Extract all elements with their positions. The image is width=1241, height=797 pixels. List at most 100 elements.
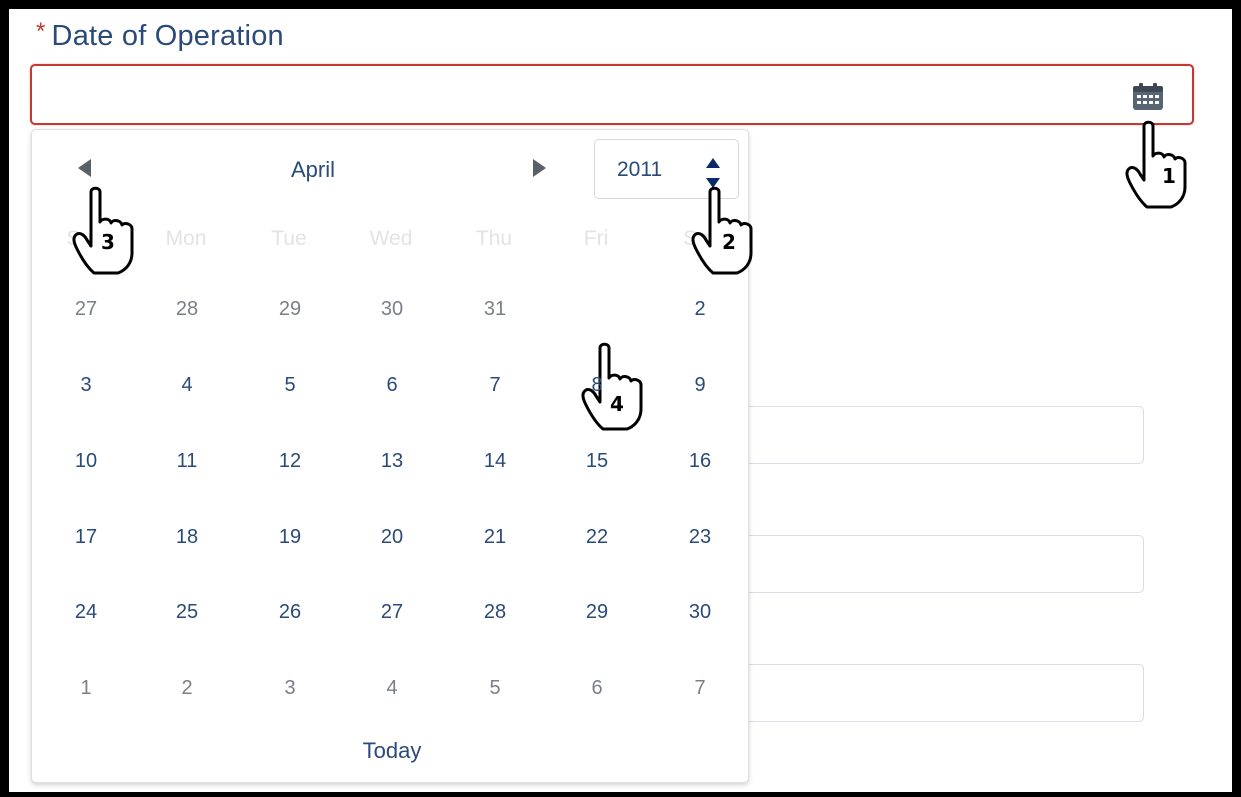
day-cell[interactable]: 23 bbox=[660, 507, 740, 567]
pointer-hand-callout-2: 2 bbox=[686, 186, 756, 278]
day-number: 1 bbox=[591, 299, 602, 319]
day-cell[interactable]: 25 bbox=[147, 582, 227, 642]
day-cell[interactable]: 27 bbox=[352, 582, 432, 642]
day-cell[interactable]: 2 bbox=[660, 279, 740, 339]
day-number: 29 bbox=[585, 601, 609, 623]
day-cell-selected[interactable]: 1 bbox=[557, 279, 637, 339]
day-cell[interactable]: 31 bbox=[455, 279, 535, 339]
callout-number: 2 bbox=[722, 230, 736, 254]
day-number: 20 bbox=[380, 526, 404, 548]
weekday-label: Fri bbox=[583, 227, 609, 250]
day-cell[interactable]: 7 bbox=[660, 658, 740, 718]
day-number: 28 bbox=[175, 298, 199, 320]
day-cell[interactable]: 6 bbox=[557, 658, 637, 718]
day-number: 2 bbox=[181, 677, 193, 699]
day-cell[interactable]: 24 bbox=[46, 582, 126, 642]
day-cell[interactable]: 4 bbox=[147, 355, 227, 415]
weekday-label: Mon bbox=[165, 227, 207, 250]
field-label: * Date of Operation bbox=[36, 18, 284, 53]
day-number: 27 bbox=[74, 298, 98, 320]
day-cell[interactable]: 17 bbox=[46, 507, 126, 567]
pointer-hand-callout-4: 4 bbox=[576, 342, 646, 434]
day-number: 13 bbox=[380, 450, 404, 472]
day-cell[interactable]: 16 bbox=[660, 431, 740, 491]
day-cell[interactable]: 5 bbox=[455, 658, 535, 718]
day-cell[interactable]: 3 bbox=[250, 658, 330, 718]
calendar-icon[interactable] bbox=[1130, 82, 1166, 112]
day-number: 3 bbox=[80, 374, 92, 396]
day-number: 5 bbox=[489, 677, 501, 699]
weekday-label: Wed bbox=[369, 227, 413, 250]
day-cell[interactable]: 5 bbox=[250, 355, 330, 415]
day-number: 29 bbox=[278, 298, 302, 320]
day-number: 2 bbox=[694, 298, 706, 320]
day-number: 30 bbox=[688, 601, 712, 623]
day-number: 19 bbox=[278, 526, 302, 548]
triangle-right-icon[interactable] bbox=[527, 156, 551, 180]
day-number: 21 bbox=[483, 526, 507, 548]
day-cell[interactable]: 30 bbox=[660, 582, 740, 642]
year-down-arrow-icon[interactable] bbox=[705, 174, 721, 188]
day-number: 31 bbox=[483, 298, 507, 320]
day-number: 6 bbox=[591, 677, 603, 699]
day-number: 16 bbox=[688, 450, 712, 472]
day-number: 14 bbox=[483, 450, 507, 472]
day-cell[interactable]: 29 bbox=[250, 279, 330, 339]
day-number: 15 bbox=[585, 450, 609, 472]
background-field-1[interactable] bbox=[745, 406, 1144, 464]
pointer-hand-callout-1: 1 bbox=[1120, 120, 1190, 212]
callout-number: 1 bbox=[1162, 164, 1176, 188]
day-number: 25 bbox=[175, 601, 199, 623]
day-cell[interactable]: 20 bbox=[352, 507, 432, 567]
day-cell[interactable]: 19 bbox=[250, 507, 330, 567]
day-cell[interactable]: 13 bbox=[352, 431, 432, 491]
day-cell[interactable]: 1 bbox=[46, 658, 126, 718]
day-number: 23 bbox=[688, 526, 712, 548]
day-cell[interactable]: 30 bbox=[352, 279, 432, 339]
day-cell[interactable]: 26 bbox=[250, 582, 330, 642]
date-of-operation-input[interactable] bbox=[30, 64, 1194, 125]
day-cell[interactable]: 15 bbox=[557, 431, 637, 491]
date-picker-popup: April 2011 Sun Mon Tue Wed Thu Fri Sat 2… bbox=[31, 129, 749, 783]
weekday-label: Tue bbox=[271, 227, 307, 250]
day-cell[interactable]: 6 bbox=[352, 355, 432, 415]
day-number: 3 bbox=[284, 677, 296, 699]
day-cell[interactable]: 3 bbox=[46, 355, 126, 415]
day-number: 8 bbox=[591, 374, 603, 396]
day-cell[interactable]: 11 bbox=[147, 431, 227, 491]
day-cell[interactable]: 14 bbox=[455, 431, 535, 491]
day-number: 24 bbox=[74, 601, 98, 623]
day-number: 26 bbox=[278, 601, 302, 623]
background-field-3[interactable] bbox=[745, 664, 1144, 722]
day-number: 11 bbox=[176, 450, 198, 472]
field-label-text: Date of Operation bbox=[51, 20, 284, 52]
day-cell[interactable]: 21 bbox=[455, 507, 535, 567]
day-cell[interactable]: 18 bbox=[147, 507, 227, 567]
day-cell[interactable]: 28 bbox=[147, 279, 227, 339]
day-number: 22 bbox=[585, 526, 609, 548]
day-number: 4 bbox=[386, 677, 398, 699]
day-cell[interactable]: 2 bbox=[147, 658, 227, 718]
day-cell[interactable]: 22 bbox=[557, 507, 637, 567]
day-cell[interactable]: 12 bbox=[250, 431, 330, 491]
day-cell[interactable]: 28 bbox=[455, 582, 535, 642]
day-number: 7 bbox=[489, 374, 501, 396]
day-cell[interactable]: 7 bbox=[455, 355, 535, 415]
background-field-2[interactable] bbox=[745, 535, 1144, 593]
day-cell[interactable]: 29 bbox=[557, 582, 637, 642]
day-cell[interactable]: 9 bbox=[660, 355, 740, 415]
day-number: 17 bbox=[74, 526, 98, 548]
day-cell[interactable]: 10 bbox=[46, 431, 126, 491]
year-up-arrow-icon[interactable] bbox=[705, 154, 721, 168]
day-number: 7 bbox=[694, 677, 706, 699]
required-asterisk: * bbox=[36, 18, 46, 45]
day-number: 28 bbox=[483, 601, 507, 623]
day-cell[interactable]: 27 bbox=[46, 279, 126, 339]
day-number: 4 bbox=[181, 374, 193, 396]
day-cell[interactable]: 4 bbox=[352, 658, 432, 718]
triangle-left-icon[interactable] bbox=[73, 156, 97, 180]
today-button[interactable]: Today bbox=[332, 738, 452, 764]
day-number: 27 bbox=[380, 601, 404, 623]
weekday-label: Thu bbox=[475, 227, 513, 250]
month-label: April bbox=[290, 157, 335, 182]
